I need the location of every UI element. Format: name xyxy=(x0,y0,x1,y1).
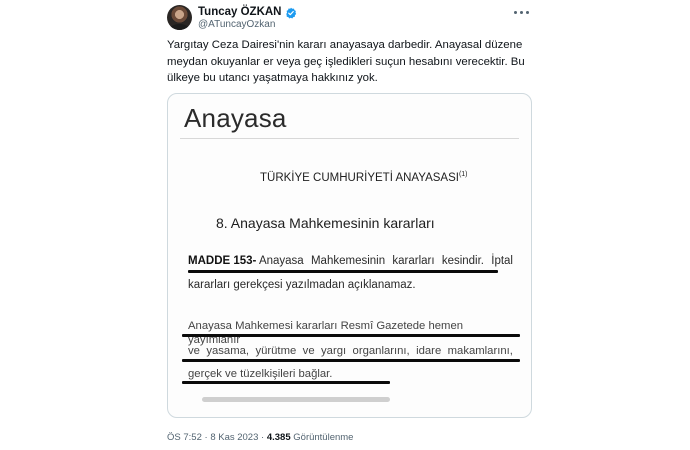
document-subtitle: TÜRKİYE CUMHURİYETİ ANAYASASI(1) xyxy=(260,171,468,184)
display-name[interactable]: Tuncay ÖZKAN xyxy=(198,5,282,19)
tweet-text-line: meydan okuyanlar er veya geç işledikleri… xyxy=(167,55,525,68)
highlight-underline xyxy=(182,359,520,362)
word: yasama, xyxy=(206,345,250,357)
tweet-text-line: Yargıtay Ceza Dairesi'nin kararı anayasa… xyxy=(167,39,523,51)
author-handle[interactable]: @ATuncayOzkan xyxy=(198,19,275,31)
tweet-time[interactable]: ÖS 7:52 xyxy=(167,432,202,443)
word: kararları xyxy=(392,255,435,267)
word: yargı xyxy=(321,345,347,357)
tweet-text-line: ülkeye bu utancı yaşatmaya hakkınız yok. xyxy=(167,72,378,84)
word: idare xyxy=(416,345,442,357)
more-options-icon[interactable] xyxy=(514,9,530,15)
word: kesindir. xyxy=(441,255,484,267)
article-label: MADDE 153- Anayasa xyxy=(188,255,304,267)
document-heading: Anayasa xyxy=(184,103,287,133)
tweet-text: Yargıtay Ceza Dairesi'nin kararı anayasa… xyxy=(167,37,535,87)
views-count: 4.385 xyxy=(266,432,291,443)
footnote-marker: (1) xyxy=(458,171,468,179)
word: makamlarını, xyxy=(447,345,513,357)
word: yürütme xyxy=(255,345,297,357)
document-scrollbar xyxy=(202,397,390,402)
highlight-underline xyxy=(188,270,498,273)
word: ve xyxy=(188,345,200,357)
highlight-underline xyxy=(182,381,390,384)
section-title: 8. Anayasa Mahkemesinin kararları xyxy=(216,215,435,231)
separator: · xyxy=(204,432,208,443)
word: İptal xyxy=(491,255,513,267)
word: ve xyxy=(302,345,315,357)
article-line: Anayasa Mahkemesi kararları Resmî Gazete… xyxy=(188,320,464,346)
article-line: MADDE 153- Anayasa Mahkemesinin kararlar… xyxy=(188,254,513,268)
tweet-date[interactable]: 8 Kas 2023 xyxy=(210,432,258,443)
attached-image[interactable]: Anayasa TÜRKİYE CUMHURİYETİ ANAYASASI(1)… xyxy=(167,93,532,418)
article-line: ve yasama, yürütme ve yargı organlarını,… xyxy=(188,344,513,358)
tweet-card: Tuncay ÖZKAN @ATuncayOzkan Yargıtay Ceza… xyxy=(155,0,545,450)
article-line: gerçek ve tüzelkişileri bağlar. xyxy=(188,368,333,380)
word: organlarını, xyxy=(352,345,410,357)
separator: · xyxy=(261,432,265,443)
avatar[interactable] xyxy=(167,5,192,30)
author-name-row: Tuncay ÖZKAN xyxy=(198,5,297,19)
tweet-metadata: ÖS 7:52 · 8 Kas 2023 · 4.385 Görüntülenm… xyxy=(167,432,353,444)
views-label: Görüntülenme xyxy=(293,432,354,443)
verified-badge-icon xyxy=(285,6,297,19)
article-line: kararları gerekçesi yazılmadan açıklanam… xyxy=(188,279,416,291)
divider xyxy=(180,138,519,139)
word: Mahkemesinin xyxy=(310,255,386,267)
highlight-underline xyxy=(182,334,520,337)
